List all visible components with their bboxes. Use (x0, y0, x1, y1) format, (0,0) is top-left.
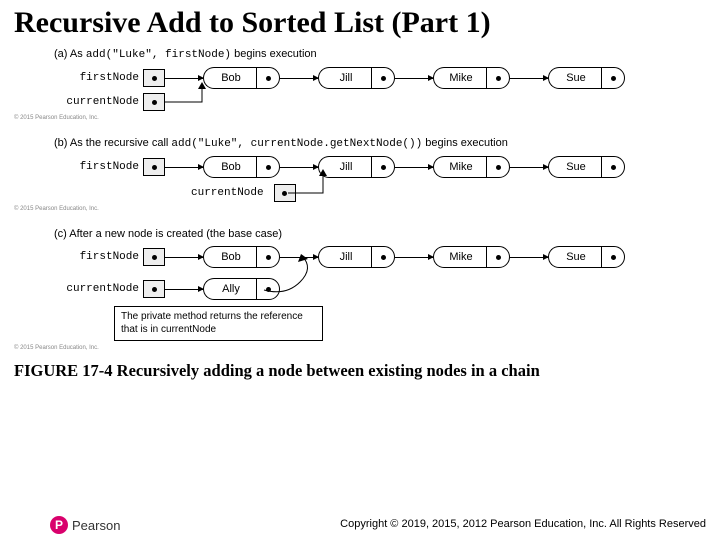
arrow-icon (395, 257, 433, 258)
figure-caption: FIGURE 17-4 Recursively adding a node be… (14, 361, 720, 381)
arrow-icon (280, 78, 318, 79)
panel-b: (b) As the recursive call add("Luke", cu… (54, 137, 720, 212)
node-sue: Sue (548, 246, 625, 268)
panel-c-caption: (c) After a new node is created (the bas… (54, 228, 720, 240)
panel-text-post: begins execution (231, 48, 317, 60)
firstnode-label: firstNode (54, 72, 143, 84)
node-mike: Mike (433, 67, 510, 89)
panel-a-caption: (a) As add("Luke", firstNode) begins exe… (54, 48, 720, 61)
arrow-icon (165, 257, 203, 258)
panel-code: add("Luke", firstNode) (86, 49, 231, 61)
panel-text-pre: As (70, 48, 86, 60)
arrow-icon (165, 289, 203, 290)
first-row: firstNode Bob Jill Mike Sue (54, 67, 720, 89)
currentnode-pointer (143, 280, 165, 298)
currentnode-label: currentNode (54, 96, 143, 108)
panel-letter: (b) (54, 137, 67, 149)
panel-letter: (a) (54, 48, 67, 60)
firstnode-label: firstNode (54, 251, 143, 263)
firstnode-label: firstNode (54, 161, 143, 173)
method-return-note: The private method returns the reference… (114, 306, 323, 341)
arrow-icon (510, 167, 548, 168)
first-row: firstNode Bob Jill Mike Sue (54, 156, 720, 178)
pearson-brand: P Pearson (50, 516, 120, 534)
note-code: currentNode (161, 324, 216, 335)
panel-text-pre: As the recursive call (70, 137, 171, 149)
firstnode-pointer (143, 248, 165, 266)
panel-letter: (c) (54, 228, 67, 240)
panel-b-caption: (b) As the recursive call add("Luke", cu… (54, 137, 720, 150)
panel-a: (a) As add("Luke", firstNode) begins exe… (54, 48, 720, 121)
node-mike: Mike (433, 246, 510, 268)
pearson-wordmark: Pearson (72, 518, 120, 533)
current-row-c: currentNode Ally (54, 278, 720, 300)
arrow-icon (165, 167, 203, 168)
currentnode-label: currentNode (191, 187, 268, 199)
arrow-icon (510, 257, 548, 258)
panel-c: (c) After a new node is created (the bas… (54, 228, 720, 351)
micro-copyright: © 2015 Pearson Education, Inc. (14, 345, 720, 351)
arrow-icon (165, 78, 203, 79)
firstnode-pointer (143, 69, 165, 87)
node-bob: Bob (203, 156, 280, 178)
firstnode-pointer (143, 158, 165, 176)
micro-copyright: © 2015 Pearson Education, Inc. (14, 206, 720, 212)
node-sue: Sue (548, 67, 625, 89)
current-row-a: currentNode (54, 93, 720, 111)
micro-copyright: © 2015 Pearson Education, Inc. (14, 115, 720, 121)
node-sue: Sue (548, 156, 625, 178)
panel-text-pre: After a new node is created (the base ca… (69, 228, 282, 240)
slide-page: Recursive Add to Sorted List (Part 1) (a… (0, 0, 720, 540)
node-jill: Jill (318, 67, 395, 89)
node-mike: Mike (433, 156, 510, 178)
currentnode-pointer (143, 93, 165, 111)
pearson-logo-icon: P (50, 516, 68, 534)
current-row-b: currentNode (191, 184, 720, 202)
arrow-icon (395, 167, 433, 168)
currentnode-label: currentNode (54, 283, 143, 295)
arrow-icon (395, 78, 433, 79)
arrow-icon (287, 168, 337, 202)
arrow-icon (164, 81, 224, 111)
arrow-icon (510, 78, 548, 79)
page-title: Recursive Add to Sorted List (Part 1) (0, 0, 720, 42)
panel-text-post: begins execution (422, 137, 508, 149)
copyright-footer: Copyright © 2019, 2015, 2012 Pearson Edu… (340, 518, 706, 530)
arrow-icon (256, 252, 346, 302)
panel-code: add("Luke", currentNode.getNextNode()) (171, 138, 422, 150)
first-row: firstNode Bob Jill Mike Sue (54, 246, 720, 268)
